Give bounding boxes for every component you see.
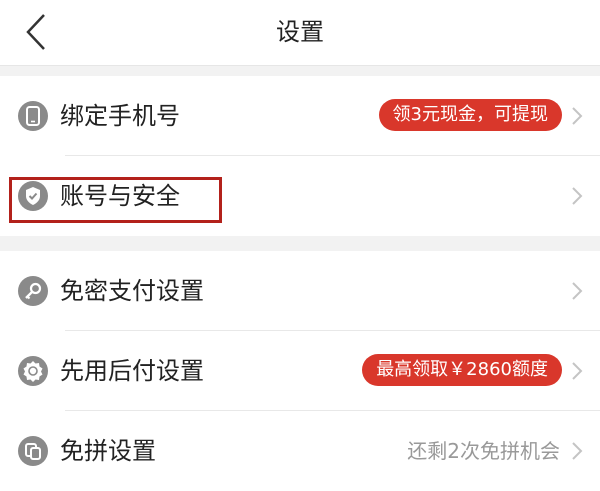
chevron-right-icon bbox=[572, 362, 583, 380]
chevron-right-icon bbox=[572, 187, 583, 205]
row-label: 免密支付设置 bbox=[60, 277, 204, 305]
group-icon bbox=[18, 436, 48, 466]
settings-section-payment: 免密支付设置 先用后付设置 最高领取￥2860额度 免拼设置 还剩2次免拼机会 bbox=[0, 251, 600, 491]
row-label: 免拼设置 bbox=[60, 437, 156, 465]
chevron-right-icon bbox=[572, 282, 583, 300]
remaining-chances-hint: 还剩2次免拼机会 bbox=[407, 439, 560, 463]
row-label: 先用后付设置 bbox=[60, 357, 204, 385]
highlight-annotation-box bbox=[9, 177, 222, 223]
top-bar: 设置 bbox=[0, 0, 600, 66]
cash-reward-badge[interactable]: 领3元现金，可提现 bbox=[378, 99, 562, 131]
settings-row-pay-later[interactable]: 先用后付设置 最高领取￥2860额度 bbox=[0, 331, 600, 411]
row-label: 绑定手机号 bbox=[60, 102, 180, 130]
settings-row-password-free-pay[interactable]: 免密支付设置 bbox=[0, 251, 600, 331]
settings-row-bind-phone[interactable]: 绑定手机号 领3元现金，可提现 bbox=[0, 76, 600, 156]
chevron-right-icon bbox=[572, 107, 583, 125]
chevron-right-icon bbox=[572, 442, 583, 460]
key-icon bbox=[18, 276, 48, 306]
phone-icon bbox=[18, 101, 48, 131]
seal-icon bbox=[18, 356, 48, 386]
settings-row-group-free[interactable]: 免拼设置 还剩2次免拼机会 bbox=[0, 411, 600, 491]
page-title: 设置 bbox=[276, 18, 324, 46]
credit-limit-badge[interactable]: 最高领取￥2860额度 bbox=[362, 354, 562, 386]
